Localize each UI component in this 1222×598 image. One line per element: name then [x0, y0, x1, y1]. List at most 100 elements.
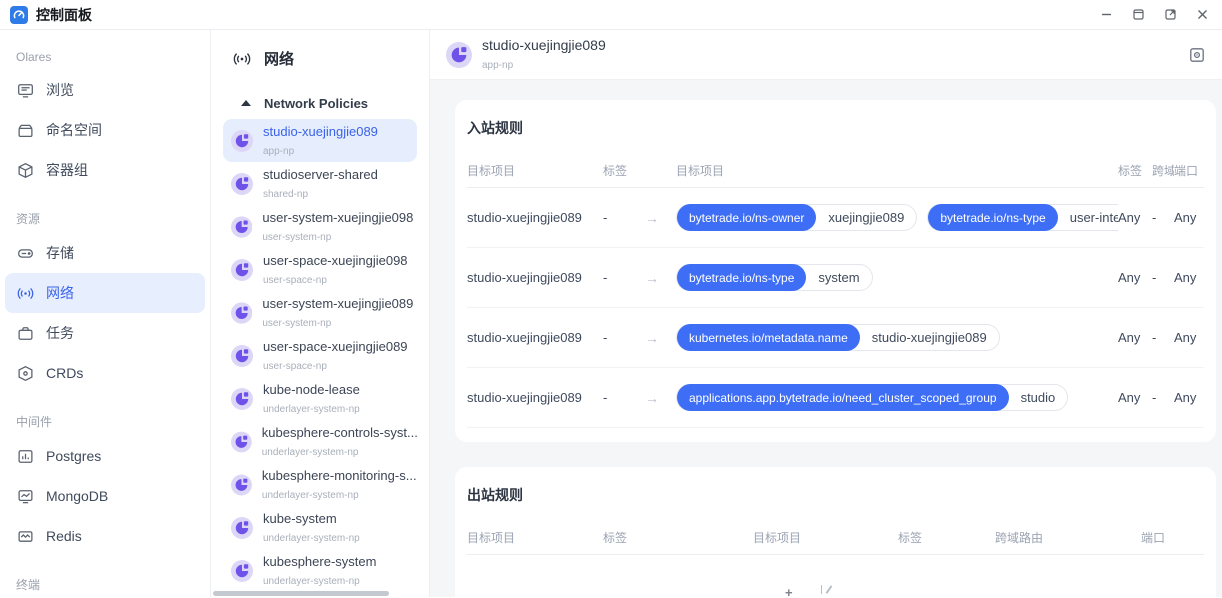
policy-name: kubesphere-monitoring-s...	[262, 468, 417, 483]
policy-item[interactable]: user-system-xuejingjie089user-system-np	[223, 291, 417, 334]
policy-item[interactable]: studio-xuejingjie089app-np	[223, 119, 417, 162]
policy-name: user-system-xuejingjie089	[262, 296, 413, 311]
policy-item[interactable]: kubesphere-controls-syst... underlayer-sy…	[223, 420, 417, 463]
arrow-right-icon: →	[645, 210, 676, 226]
rule-source-label: -	[603, 390, 645, 405]
policy-namespace: user-space-np	[263, 361, 327, 372]
pods-icon	[17, 162, 34, 179]
policy-item[interactable]: studioserver-sharedshared-np	[223, 162, 417, 205]
badge-value: studio-xuejingjie089	[860, 330, 999, 345]
jobs-icon	[17, 325, 34, 342]
detail-main: studio-xuejingjie089 app-np 入站规则 目标项目 标签…	[430, 30, 1222, 597]
col-route: 跨域路由	[995, 529, 1141, 546]
badge-value: system	[806, 270, 871, 285]
rule-target-label: Any	[1118, 330, 1152, 345]
sidebar-item-storage[interactable]: 存储	[5, 233, 205, 273]
namespace-pie-icon	[231, 560, 253, 582]
outbound-table-header: 目标项目 标签 目标项目 标签 跨域路由 端口	[467, 521, 1204, 555]
inbound-rule-row: studio-xuejingjie089 - → bytetrade.io/ns…	[467, 248, 1204, 308]
browse-icon	[17, 82, 34, 99]
namespace-pie-icon	[231, 517, 253, 539]
minimize-icon[interactable]	[1098, 7, 1114, 23]
policy-item[interactable]: kubesphere-monitoring-s...underlayer-sys…	[223, 463, 417, 506]
network-icon	[17, 285, 34, 302]
inbound-rules-card: 入站规则 目标项目 标签 目标项目 标签 跨域路由 端口 studio-xuej…	[455, 100, 1216, 442]
policy-item[interactable]: user-space-xuejingjie098user-space-np	[223, 248, 417, 291]
badge-key: bytetrade.io/ns-type	[928, 204, 1057, 231]
col-source: 目标项目	[467, 529, 603, 546]
rule-source: studio-xuejingjie089	[467, 330, 603, 345]
sidebar-item-pods[interactable]: 容器组	[5, 150, 205, 190]
label-badge: bytetrade.io/ns-ownerxuejingjie089	[676, 204, 917, 231]
label-badge: bytetrade.io/ns-typeuser-internal	[927, 204, 1118, 231]
restore-icon[interactable]	[1130, 7, 1146, 23]
sidebar-item-jobs[interactable]: 任务	[5, 313, 205, 353]
policy-namespace: underlayer-system-np	[262, 447, 359, 458]
network-policies-panel: 网络 Network Policies studio-xuejingjie089…	[211, 30, 430, 597]
namespace-pie-icon	[231, 345, 253, 367]
group-title: Network Policies	[264, 96, 368, 111]
policy-namespace: user-space-np	[263, 275, 327, 286]
badge-value: studio	[1009, 390, 1068, 405]
policy-namespace: underlayer-system-np	[263, 404, 360, 415]
detail-title: studio-xuejingjie089	[482, 37, 606, 53]
policy-namespace: underlayer-system-np	[263, 533, 360, 544]
gauge-app-icon	[10, 6, 28, 24]
sidebar-item-postgres[interactable]: Postgres	[5, 436, 205, 476]
sidebar-item-mongodb[interactable]: MongoDB	[5, 476, 205, 516]
detail-subtitle: app-np	[482, 60, 513, 71]
rule-target-label: Any	[1118, 270, 1152, 285]
panel-title: 网络	[264, 48, 294, 69]
namespace-pie-icon	[231, 302, 252, 324]
policy-item[interactable]: user-system-xuejingjie098user-system-np	[223, 205, 417, 248]
rule-port: Any	[1174, 270, 1204, 285]
arrow-right-icon: →	[645, 270, 676, 286]
empty-state-illustration: +	[785, 585, 830, 597]
arrow-right-icon: →	[645, 330, 676, 346]
sidebar-item-network[interactable]: 网络	[5, 273, 205, 313]
rule-route: -	[1152, 210, 1174, 225]
namespace-pie-icon	[231, 130, 253, 152]
badge-key: bytetrade.io/ns-owner	[677, 204, 816, 231]
close-icon[interactable]	[1194, 7, 1210, 23]
open-in-new-icon[interactable]	[1162, 7, 1178, 23]
network-policies-group-toggle[interactable]: Network Policies	[211, 93, 429, 113]
policy-name: user-space-xuejingjie089	[263, 339, 408, 354]
sidebar-item-crds[interactable]: CRDs	[5, 353, 205, 393]
badge-key: applications.app.bytetrade.io/need_clust…	[677, 384, 1009, 411]
policy-name: user-system-xuejingjie098	[262, 210, 413, 225]
policy-name: kubesphere-controls-syst...	[262, 425, 418, 440]
namespace-pie-icon	[231, 259, 253, 281]
label-badge: applications.app.bytetrade.io/need_clust…	[676, 384, 1068, 411]
policy-list: studio-xuejingjie089app-np studioserver-…	[211, 119, 429, 592]
collapse-triangle-icon	[241, 100, 251, 106]
rule-source: studio-xuejingjie089	[467, 270, 603, 285]
inbound-table-header: 目标项目 标签 目标项目 标签 跨域路由 端口	[467, 154, 1204, 188]
col-source: 目标项目	[467, 162, 603, 179]
col-source-label: 标签	[603, 162, 645, 179]
storage-icon	[17, 245, 34, 262]
namespace-pie-icon	[231, 216, 252, 238]
rule-source-label: -	[603, 330, 645, 345]
sidebar-item-browse[interactable]: 浏览	[5, 70, 205, 110]
view-config-icon[interactable]	[1188, 46, 1206, 64]
rule-route: -	[1152, 330, 1174, 345]
col-target: 目标项目	[676, 162, 1118, 179]
badge-value: xuejingjie089	[816, 210, 916, 225]
policy-item[interactable]: kubesphere-systemunderlayer-system-np	[223, 549, 417, 592]
sidebar-item-namespace[interactable]: 命名空间	[5, 110, 205, 150]
rule-route: -	[1152, 270, 1174, 285]
label-badge: kubernetes.io/metadata.namestudio-xuejin…	[676, 324, 1000, 351]
rule-port: Any	[1174, 210, 1204, 225]
rule-port: Any	[1174, 330, 1204, 345]
sidebar: Olares 浏览 命名空间 容器组 资源	[0, 30, 211, 597]
namespace-pie-icon	[231, 173, 253, 195]
sidebar-item-label: 容器组	[46, 160, 88, 180]
policy-item[interactable]: kube-node-leaseunderlayer-system-np	[223, 377, 417, 420]
horizontal-scrollbar[interactable]	[213, 591, 389, 596]
col-source-label: 标签	[603, 529, 753, 546]
policy-item[interactable]: kube-systemunderlayer-system-np	[223, 506, 417, 549]
sidebar-item-redis[interactable]: Redis	[5, 516, 205, 556]
rule-route: -	[1152, 390, 1174, 405]
policy-item[interactable]: user-space-xuejingjie089 user-space-np	[223, 334, 417, 377]
